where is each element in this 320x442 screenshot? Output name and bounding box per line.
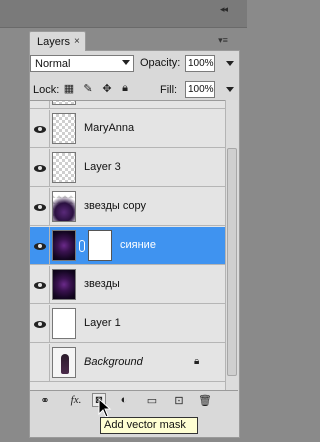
layer-row-layer-3[interactable]: Layer 3 [30, 149, 225, 187]
visibility-toggle[interactable] [30, 149, 50, 187]
fill-label: Fill: [160, 84, 178, 96]
visibility-toggle[interactable] [30, 344, 50, 382]
layer-name: звезды [84, 278, 120, 290]
lock-all-icon[interactable]: 🔒︎ [118, 81, 132, 95]
eye-icon [33, 242, 46, 250]
lock-label: Lock: [33, 84, 60, 96]
opacity-field[interactable]: 100% [185, 55, 215, 72]
layer-row-layer-1[interactable]: Layer 1 [30, 305, 225, 343]
layer-thumbnail [52, 347, 76, 378]
portrait-figure [61, 354, 69, 374]
layer-row-stars[interactable]: звезды [30, 266, 225, 304]
new-group-icon[interactable]: ▭ [145, 393, 159, 407]
visibility-toggle[interactable] [30, 188, 50, 226]
visibility-toggle[interactable] [30, 227, 50, 265]
tab-layers[interactable]: Layers × [29, 31, 86, 51]
eye-icon [33, 125, 46, 133]
layer-row-background[interactable]: Background 🔒︎ [30, 344, 225, 382]
tab-label: Layers [37, 35, 71, 48]
layer-name: звезды copy [84, 200, 147, 212]
collapse-icon[interactable]: ◂◂ [220, 4, 228, 15]
layer-thumbnail [52, 191, 76, 222]
opacity-slider-arrow-icon[interactable] [226, 61, 234, 66]
layer-name: MaryAnna [84, 122, 135, 134]
fill-slider-arrow-icon[interactable] [226, 87, 234, 92]
adjustment-layer-icon[interactable]: ◐ [117, 393, 131, 407]
panel-header-strip: ◂◂ [0, 0, 247, 28]
layer-name: сияние [120, 239, 156, 251]
layer-thumbnail [52, 269, 76, 300]
layer-thumbnail [52, 230, 76, 261]
layer-thumbnail [52, 152, 76, 183]
panel-menu-icon[interactable]: ▾≡ [216, 35, 230, 48]
eye-icon [33, 164, 46, 172]
lock-transparent-pixels-icon[interactable]: ▦ [62, 81, 76, 95]
tooltip: Add vector mask [100, 417, 198, 434]
layer-row-maryanna[interactable]: MaryAnna [30, 110, 225, 148]
layer-thumbnail [52, 308, 76, 339]
layer-row-stars-copy[interactable]: звезды copy [30, 188, 225, 226]
opacity-label: Opacity: [140, 57, 181, 69]
lock-icon: 🔒︎ [194, 356, 200, 367]
link-icon[interactable] [79, 240, 85, 252]
layer-mask-thumbnail[interactable] [88, 230, 112, 261]
visibility-toggle[interactable] [30, 110, 50, 148]
lock-image-pixels-icon[interactable]: ✎ [81, 81, 95, 95]
link-layers-icon[interactable]: ⚭ [38, 393, 52, 407]
scrollbar-thumb[interactable] [227, 148, 237, 376]
layers-list: MaryAnna Layer 3 звезды copy сияние звез… [30, 100, 225, 390]
layer-name: Layer 1 [84, 317, 121, 329]
layer-name: Background [84, 356, 143, 368]
close-icon[interactable]: × [74, 36, 80, 47]
visibility-toggle[interactable] [30, 305, 50, 343]
visibility-toggle[interactable] [30, 101, 50, 109]
new-layer-icon[interactable]: ⊡ [172, 393, 186, 407]
blend-mode-value: Normal [35, 57, 71, 70]
scrollbar[interactable] [225, 100, 238, 390]
layer-thumbnail [52, 101, 76, 105]
layer-row[interactable] [30, 101, 225, 109]
fx-icon[interactable]: fx. [66, 393, 86, 407]
lock-position-icon[interactable]: ✥ [100, 81, 114, 95]
visibility-toggle[interactable] [30, 266, 50, 304]
eye-icon [33, 320, 46, 328]
eye-icon [33, 281, 46, 289]
layer-row-glow[interactable]: сияние [30, 227, 225, 265]
layers-panel: ◂◂ Layers × ▾≡ Normal Opacity: 100% Lock… [0, 0, 247, 442]
layer-thumbnail [52, 113, 76, 144]
eye-icon [33, 203, 46, 211]
layer-name: Layer 3 [84, 161, 121, 173]
trash-icon[interactable]: 🗑︎ [198, 393, 212, 407]
chevron-down-icon [122, 60, 130, 65]
blend-mode-select[interactable]: Normal [30, 55, 134, 72]
fill-field[interactable]: 100% [185, 81, 215, 98]
